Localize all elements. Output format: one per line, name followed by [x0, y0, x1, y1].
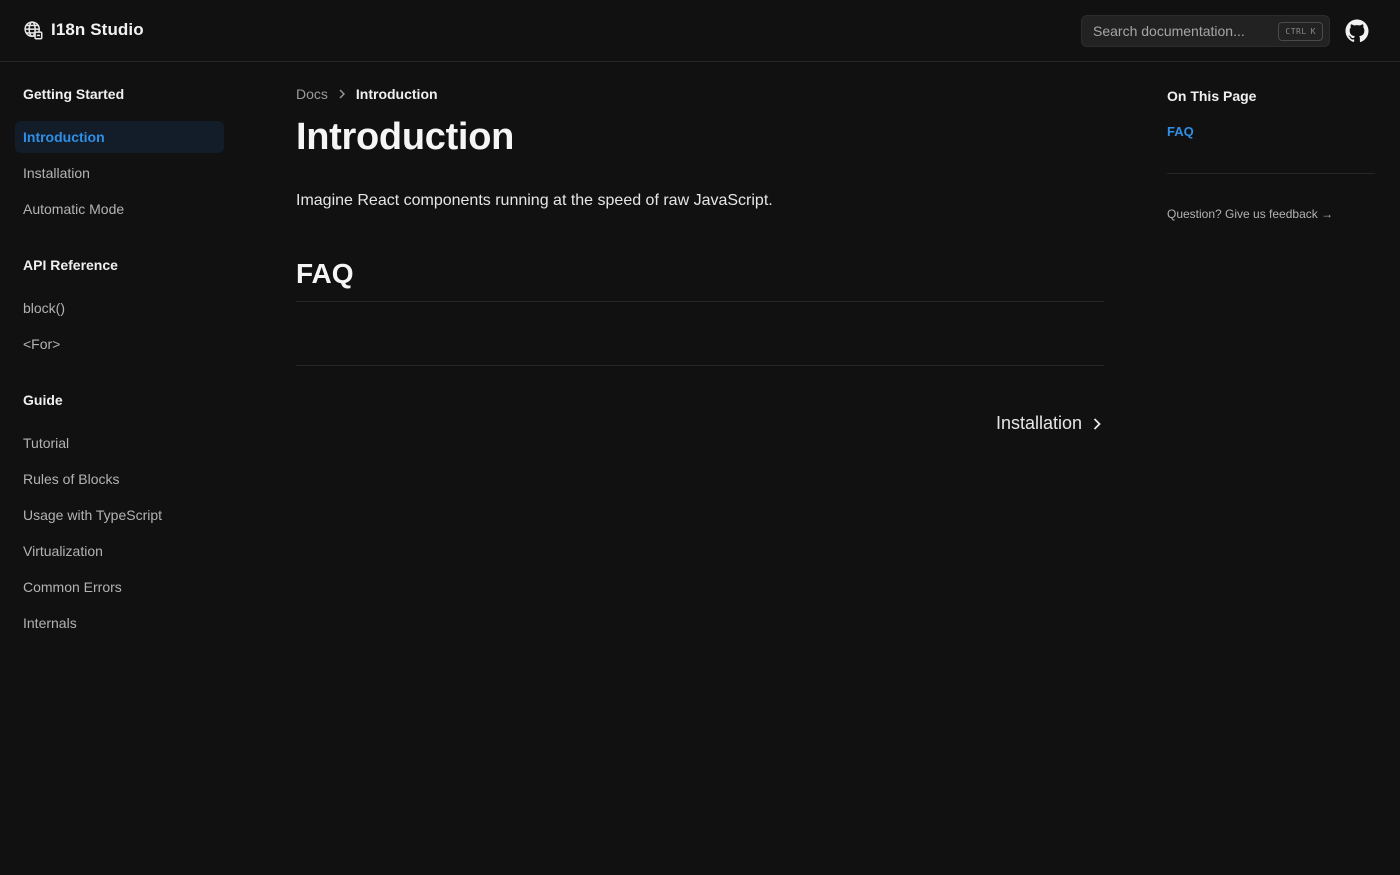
next-page-label: Installation: [995, 413, 1082, 433]
shortcut-key-ctrl: CTRL: [1285, 27, 1307, 36]
search-input[interactable]: Search documentation... CTRL K: [1081, 15, 1330, 47]
toc-divider: [1167, 173, 1375, 174]
sidebar-item-introduction[interactable]: Introduction: [15, 121, 224, 153]
sidebar-item-label: Rules of Blocks: [23, 471, 120, 487]
breadcrumb-current: Introduction: [355, 86, 438, 102]
content-divider: [296, 365, 1104, 366]
breadcrumb-docs-link[interactable]: Docs: [296, 86, 328, 102]
page-title: Introduction: [296, 116, 515, 158]
sidebar-item-block[interactable]: block(): [15, 292, 224, 324]
shortcut-key-k: K: [1310, 27, 1316, 36]
sidebar-item-for[interactable]: <For>: [15, 328, 224, 360]
brand-link[interactable]: I18n Studio: [23, 20, 144, 40]
page-lead: Imagine React components running at the …: [296, 192, 773, 209]
sidebar-item-installation[interactable]: Installation: [15, 157, 224, 189]
sidebar-item-internals[interactable]: Internals: [15, 607, 224, 639]
sidebar-item-usage-with-typescript[interactable]: Usage with TypeScript: [15, 499, 224, 531]
sidebar-item-label: Introduction: [23, 129, 105, 145]
chevron-right-icon: [1093, 417, 1101, 430]
sidebar-item-label: Internals: [23, 615, 77, 631]
keyboard-shortcut-badge: CTRL K: [1278, 22, 1323, 41]
sidebar-item-virtualization[interactable]: Virtualization: [15, 535, 224, 567]
feedback-link[interactable]: Question? Give us feedback →: [1167, 207, 1333, 221]
sidebar-item-common-errors[interactable]: Common Errors: [15, 571, 224, 603]
sidebar-item-tutorial[interactable]: Tutorial: [15, 427, 224, 459]
chevron-right-icon: [339, 89, 345, 99]
sidebar-item-rules-of-blocks[interactable]: Rules of Blocks: [15, 463, 224, 495]
sidebar-item-label: Automatic Mode: [23, 201, 125, 217]
sidebar-item-label: Common Errors: [23, 579, 122, 595]
sidebar-item-label: Tutorial: [23, 435, 70, 451]
sidebar-item-label: block(): [23, 300, 66, 316]
toc-title: On This Page: [1167, 88, 1257, 104]
sidebar-item-label: <For>: [23, 336, 61, 352]
sidebar-item-automatic-mode[interactable]: Automatic Mode: [15, 193, 224, 225]
section-heading-faq: FAQ: [296, 258, 354, 289]
sidebar-heading-api-reference: API Reference: [23, 257, 118, 273]
sidebar-heading-getting-started: Getting Started: [23, 86, 125, 102]
sidebar-item-label: Installation: [23, 165, 90, 181]
sidebar-item-label: Virtualization: [23, 543, 103, 559]
breadcrumb: Docs Introduction: [296, 86, 438, 102]
top-bar: I18n Studio Search documentation... CTRL…: [0, 0, 1400, 62]
toc-item-faq[interactable]: FAQ: [1167, 124, 1194, 139]
search-placeholder: Search documentation...: [1093, 23, 1245, 39]
github-icon[interactable]: [1345, 19, 1369, 43]
sidebar-heading-guide: Guide: [23, 392, 63, 408]
sidebar-item-label: Usage with TypeScript: [23, 507, 163, 523]
section-divider: [296, 301, 1104, 302]
brand-name: I18n Studio: [51, 20, 144, 39]
globe-icon: [24, 21, 43, 40]
next-page-link[interactable]: Installation: [996, 413, 1104, 434]
